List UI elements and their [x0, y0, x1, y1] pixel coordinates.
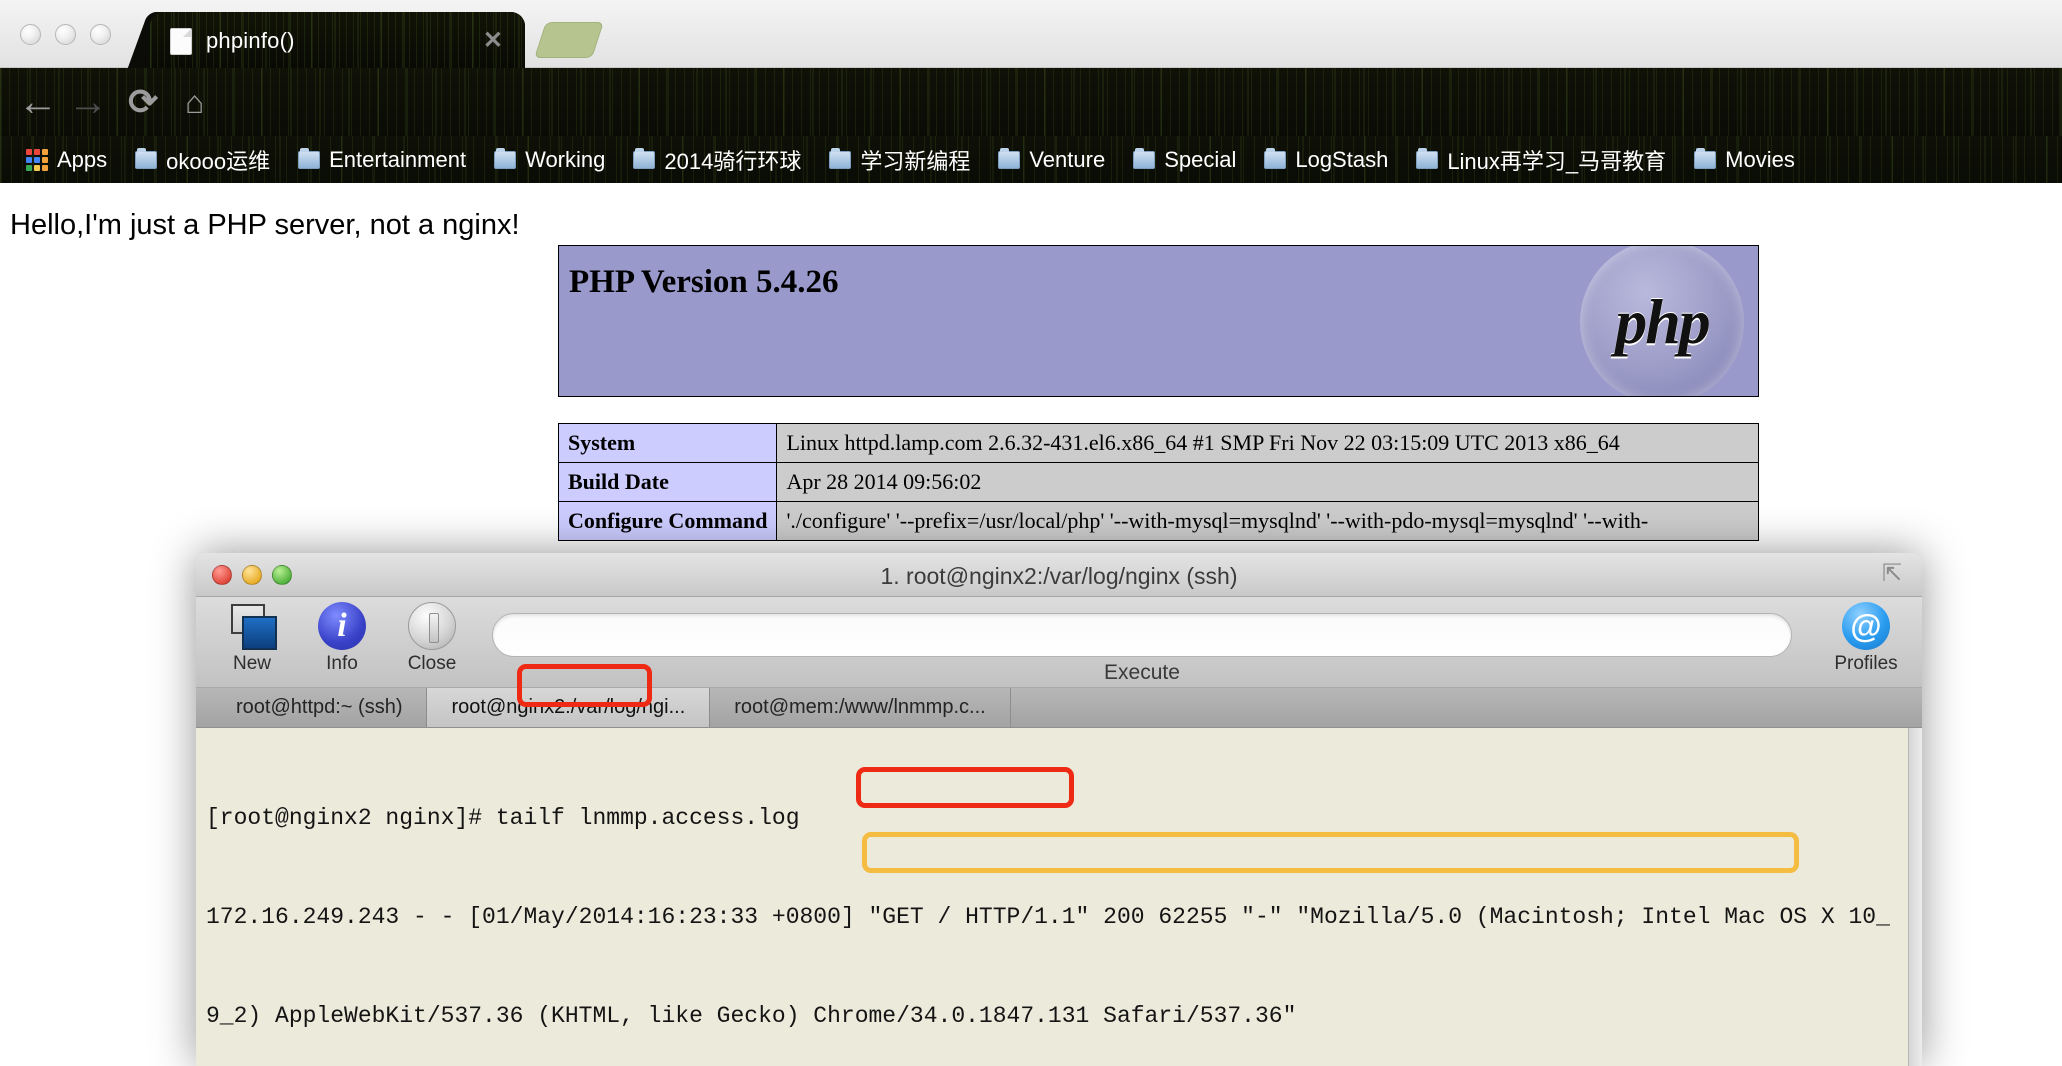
- terminal-toolbar: New i Info Close @ Profiles Execute: [196, 597, 1922, 688]
- php-version-banner: PHP Version 5.4.26 php: [558, 245, 1759, 397]
- bookmark-label: Entertainment: [329, 146, 467, 172]
- table-row: Build Date Apr 28 2014 09:56:02: [557, 462, 1759, 502]
- fullscreen-icon[interactable]: ⇱: [1882, 562, 1908, 588]
- table-row: Configure Command './configure' '--prefi…: [557, 501, 1759, 541]
- table-cell-key: System: [557, 423, 778, 463]
- table-cell-value: Linux httpd.lamp.com 2.6.32-431.el6.x86_…: [776, 423, 1759, 463]
- terminal-window: 1. root@nginx2:/var/log/nginx (ssh) ⇱ Ne…: [196, 553, 1922, 1066]
- new-button[interactable]: New: [206, 602, 298, 675]
- bookmark-label: Movies: [1725, 146, 1795, 172]
- bookmark-label: okooo运维: [166, 148, 271, 174]
- profiles-button[interactable]: @ Profiles: [1820, 602, 1912, 675]
- table-cell-key: Configure Command: [557, 501, 778, 541]
- arrow-left-icon[interactable]: ←: [18, 82, 58, 122]
- home-icon[interactable]: ⌂: [185, 86, 204, 118]
- at-sign-icon: @: [1842, 602, 1890, 650]
- bookmark-label: Linux再学习_马哥教育: [1447, 148, 1667, 174]
- terminal-tab-mem[interactable]: root@mem:/www/lnmmp.c...: [710, 688, 1011, 727]
- phpinfo-table: System Linux httpd.lamp.com 2.6.32-431.e…: [557, 423, 1759, 541]
- bookmark-okooo[interactable]: okooo运维: [123, 141, 282, 179]
- close-button[interactable]: Close: [386, 602, 478, 675]
- folder-icon: [1416, 147, 1439, 169]
- bookmark-entertainment[interactable]: Entertainment: [286, 144, 478, 176]
- browser-tab-strip: phpinfo() ✕: [0, 0, 2062, 68]
- folder-icon: [998, 147, 1021, 169]
- bookmark-label: Apps: [57, 146, 108, 172]
- bookmark-apps[interactable]: Apps: [14, 144, 119, 176]
- terminal-title: 1. root@nginx2:/var/log/nginx (ssh): [880, 563, 1238, 589]
- apps-grid-icon: [26, 148, 48, 171]
- bookmark-label: Special: [1164, 146, 1237, 172]
- window-close-button[interactable]: [20, 24, 41, 45]
- window-zoom-button[interactable]: [90, 24, 111, 45]
- php-logo-icon: php: [1580, 246, 1744, 396]
- browser-toolbar: ← → ⟳ ⌂ ☆ 172.16.25.109: [0, 68, 2062, 266]
- terminal-line: 172.16.249.243 - - [01/May/2014:16:23:33…: [206, 904, 1890, 930]
- table-cell-key: Build Date: [557, 462, 778, 502]
- bookmark-label: 2014骑行环球: [664, 148, 802, 174]
- reload-icon[interactable]: ⟳: [128, 84, 158, 120]
- bookmarks-bar: Apps okooo运维 Entertainment Working 2014骑…: [0, 136, 2062, 183]
- folder-icon: [298, 147, 321, 169]
- bookmark-logstash[interactable]: LogStash: [1252, 144, 1400, 176]
- close-button-label: Close: [407, 653, 457, 674]
- bookmark-label: Venture: [1029, 146, 1106, 172]
- new-window-icon: [228, 602, 277, 650]
- terminal-tab-bar: root@httpd:~ (ssh) root@nginx2:/var/log/…: [196, 688, 1922, 728]
- terminal-line: 9_2) AppleWebKit/537.36 (KHTML, like Gec…: [206, 1003, 1297, 1029]
- window-minimize-button[interactable]: [55, 24, 76, 45]
- close-icon[interactable]: ✕: [483, 29, 503, 53]
- terminal-output[interactable]: [root@nginx2 nginx]# tailf lnmmp.access.…: [196, 728, 1922, 1066]
- table-row: System Linux httpd.lamp.com 2.6.32-431.e…: [557, 423, 1759, 463]
- browser-tab-phpinfo[interactable]: phpinfo() ✕: [150, 12, 525, 68]
- php-logo-text: php: [1615, 286, 1711, 357]
- folder-icon: [1694, 147, 1717, 169]
- bookmark-label: LogStash: [1295, 146, 1389, 172]
- folder-icon: [1133, 147, 1156, 169]
- folder-icon: [1264, 147, 1287, 169]
- new-button-label: New: [232, 653, 271, 674]
- folder-icon: [135, 147, 158, 169]
- bookmark-working[interactable]: Working: [482, 144, 617, 176]
- profiles-button-label: Profiles: [1834, 653, 1898, 674]
- command-input[interactable]: [492, 613, 1792, 657]
- bookmark-cycling[interactable]: 2014骑行环球: [621, 141, 813, 179]
- folder-icon: [494, 147, 517, 169]
- folder-icon: [633, 147, 656, 169]
- bookmark-linux-relearn[interactable]: Linux再学习_马哥教育: [1404, 141, 1678, 179]
- info-button[interactable]: i Info: [296, 602, 388, 675]
- folder-icon: [829, 147, 852, 169]
- document-icon: [170, 28, 192, 55]
- arrow-right-icon[interactable]: →: [68, 82, 108, 122]
- window-traffic-lights[interactable]: [20, 24, 111, 45]
- table-cell-value: Apr 28 2014 09:56:02: [776, 462, 1759, 502]
- info-icon: i: [318, 602, 366, 650]
- new-tab-button[interactable]: [534, 22, 604, 58]
- bookmark-learn-programming[interactable]: 学习新编程: [817, 141, 982, 179]
- bookmark-venture[interactable]: Venture: [986, 144, 1117, 176]
- terminal-title-bar: 1. root@nginx2:/var/log/nginx (ssh) ⇱: [196, 553, 1922, 597]
- page-greeting: Hello,I'm just a PHP server, not a nginx…: [10, 209, 520, 241]
- page-title: PHP Version 5.4.26: [569, 264, 839, 300]
- bookmark-movies[interactable]: Movies: [1682, 144, 1807, 176]
- terminal-tab-nginx2[interactable]: root@nginx2:/var/log/ngi...: [427, 688, 711, 727]
- browser-tab-label: phpinfo(): [206, 28, 295, 53]
- power-switch-icon: [408, 602, 456, 650]
- bookmark-label: 学习新编程: [860, 148, 971, 174]
- execute-label: Execute: [1104, 661, 1180, 684]
- terminal-tab-httpd[interactable]: root@httpd:~ (ssh): [212, 688, 428, 727]
- bookmark-label: Working: [525, 146, 606, 172]
- table-cell-value: './configure' '--prefix=/usr/local/php' …: [776, 501, 1759, 541]
- info-button-label: Info: [326, 653, 358, 674]
- bookmark-special[interactable]: Special: [1121, 144, 1248, 176]
- terminal-line: [root@nginx2 nginx]# tailf lnmmp.access.…: [206, 805, 800, 831]
- terminal-scrollbar[interactable]: [1908, 728, 1922, 1066]
